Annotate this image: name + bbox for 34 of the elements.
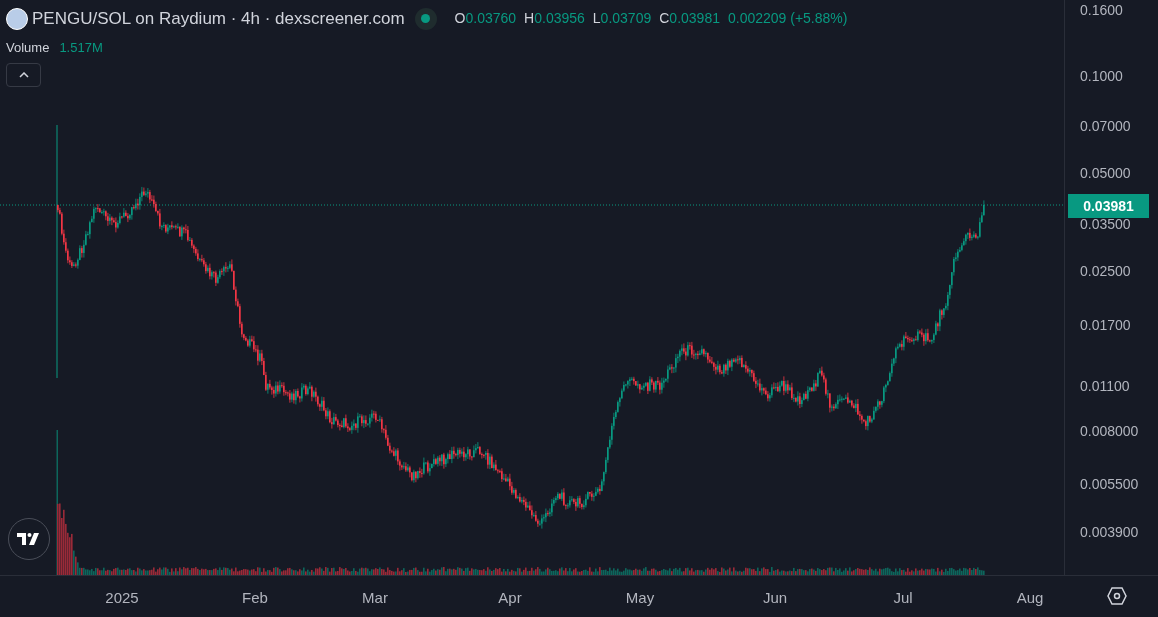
- price-tick: 0.01100: [1080, 378, 1130, 395]
- price-tick: 0.1600: [1080, 2, 1123, 18]
- volume-label: Volume: [6, 38, 50, 57]
- settings-button[interactable]: [1104, 584, 1130, 608]
- price-tick: 0.05000: [1080, 165, 1131, 182]
- collapse-button[interactable]: [6, 63, 41, 87]
- price-tick: 0.02500: [1080, 262, 1131, 279]
- time-tick: 2025: [105, 588, 139, 608]
- price-tick: 0.03500: [1080, 215, 1131, 232]
- price-tick: 0.1000: [1080, 68, 1123, 85]
- price-tick: 0.003900: [1080, 524, 1139, 540]
- ohlc-value: L0.03709: [592, 9, 652, 29]
- volume-value: 1.517M: [59, 38, 103, 57]
- price-tick: 0.008000: [1080, 423, 1139, 439]
- time-tick: Apr: [498, 588, 522, 608]
- time-tick: May: [625, 588, 655, 608]
- price-change: 0.002209 (+5.88%): [727, 9, 848, 29]
- time-tick: Aug: [1016, 588, 1044, 608]
- chart-title: PENGU/SOL on Raydium · 4h · dexscreener.com: [32, 8, 405, 30]
- ohlc-value: C0.03981: [659, 9, 720, 29]
- price-tick: 0.07000: [1080, 118, 1131, 135]
- current-price-badge: 0.03981: [1068, 194, 1149, 218]
- time-tick: Jun: [762, 588, 788, 608]
- time-tick: Feb: [242, 588, 268, 608]
- ohlc-value: O0.03760: [454, 9, 517, 29]
- chevron-up-icon: [18, 72, 29, 78]
- settings-icon: [1107, 587, 1127, 605]
- price-tick: 0.005500: [1080, 475, 1139, 492]
- token-avatar: [6, 7, 28, 30]
- time-tick: Jul: [893, 588, 913, 608]
- tradingview-logo[interactable]: [8, 518, 50, 560]
- ohlc-value: H0.03956: [524, 9, 585, 29]
- time-tick: Mar: [362, 588, 388, 608]
- price-tick: 0.01700: [1080, 317, 1131, 334]
